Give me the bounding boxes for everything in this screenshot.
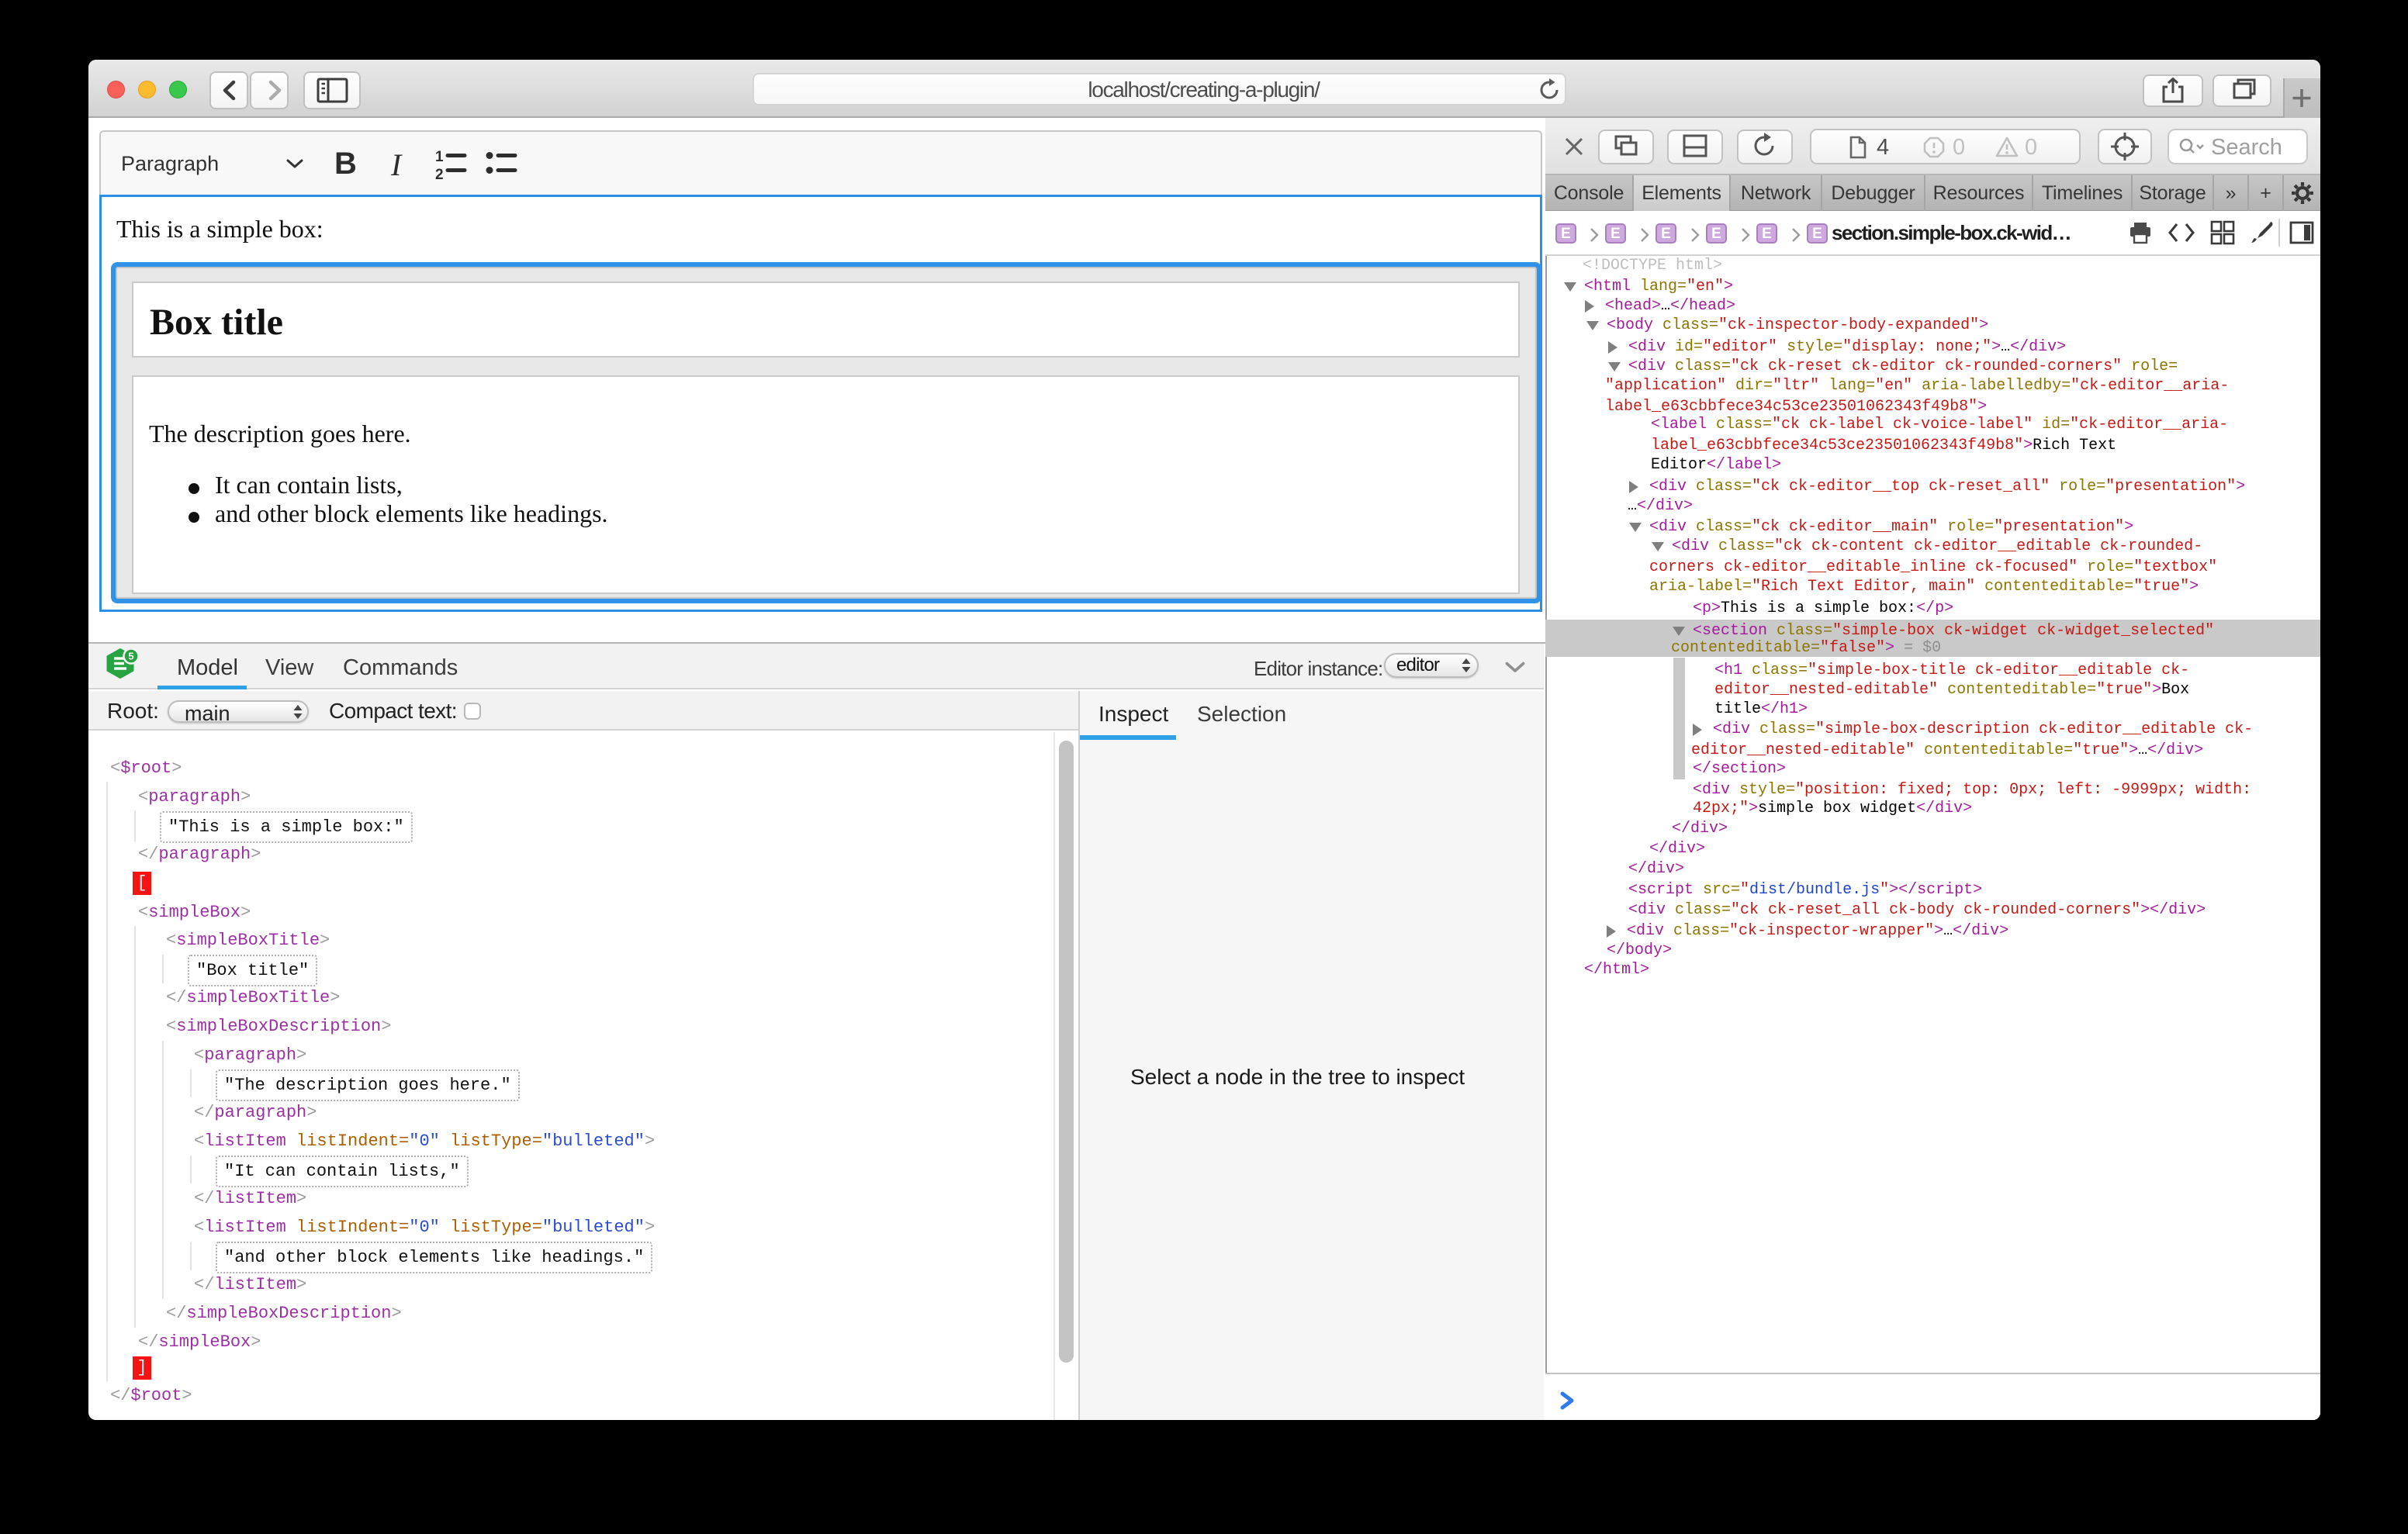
- svg-text:1: 1: [435, 149, 444, 165]
- svg-text:5: 5: [128, 651, 133, 662]
- svg-text:2: 2: [435, 167, 444, 183]
